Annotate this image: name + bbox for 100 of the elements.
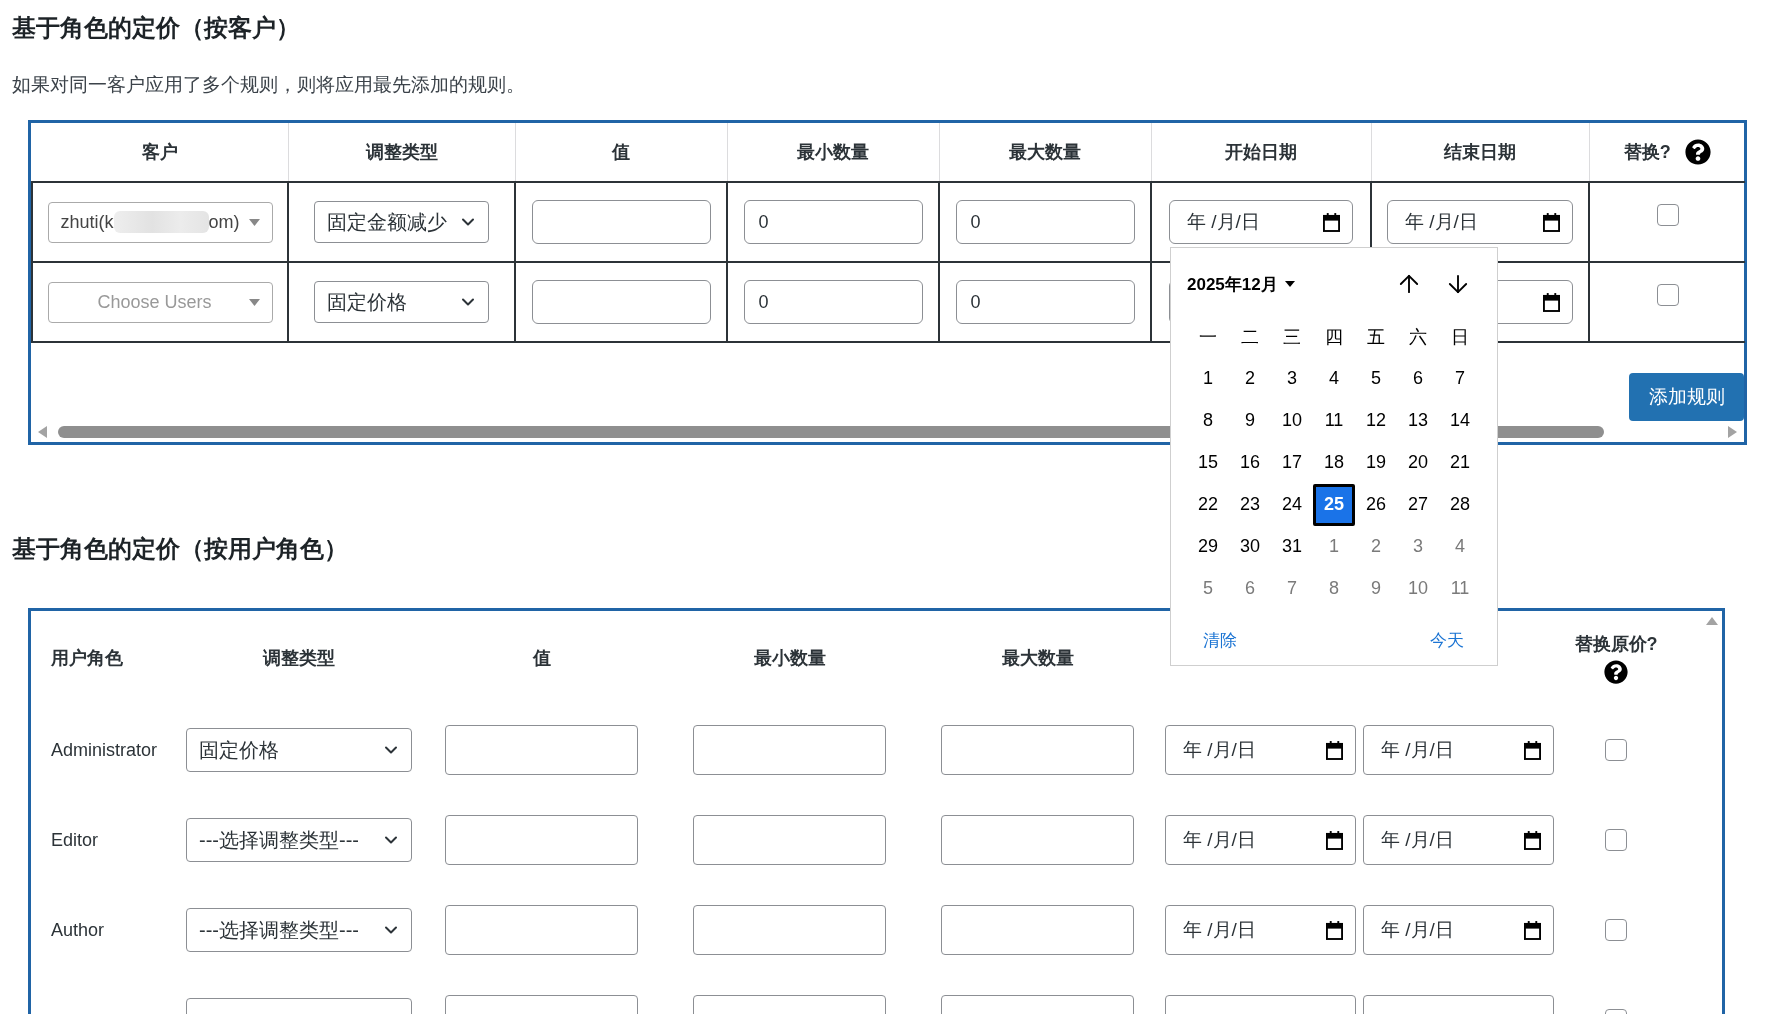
checkbox[interactable]: [1605, 919, 1627, 941]
start-date-input[interactable]: 年 /月/日: [1169, 200, 1353, 244]
calendar-day[interactable]: 28: [1439, 483, 1481, 526]
calendar-day[interactable]: 21: [1439, 441, 1481, 484]
calendar-icon[interactable]: [1543, 292, 1560, 312]
min-quantity-input[interactable]: [693, 815, 886, 865]
calendar-day[interactable]: 7: [1439, 357, 1481, 400]
calendar-day[interactable]: 29: [1187, 525, 1229, 568]
checkbox[interactable]: [1605, 739, 1627, 761]
max-quantity-input[interactable]: [941, 815, 1134, 865]
max-quantity-input[interactable]: 0: [955, 200, 1135, 244]
calendar-day[interactable]: 8: [1313, 567, 1355, 610]
today-link[interactable]: 今天: [1430, 628, 1464, 652]
checkbox[interactable]: [1656, 204, 1679, 226]
calendar-day[interactable]: 19: [1355, 441, 1397, 484]
weekday-label: 日: [1450, 325, 1470, 349]
start-date-input[interactable]: 年 /月/日: [1165, 905, 1356, 955]
calendar-day[interactable]: 10: [1271, 399, 1313, 442]
max-quantity-input[interactable]: 0: [955, 280, 1135, 324]
adjustment-type-select[interactable]: 固定价格: [186, 728, 412, 772]
calendar-icon[interactable]: [1524, 830, 1541, 850]
adjustment-type-select[interactable]: ---选择调整类型---: [186, 908, 412, 952]
value-input[interactable]: [445, 905, 638, 955]
clear-link[interactable]: 清除: [1203, 628, 1237, 652]
scroll-right-arrow-icon[interactable]: [1728, 426, 1737, 438]
max-quantity-input[interactable]: [941, 725, 1134, 775]
value-input[interactable]: [531, 200, 711, 244]
calendar-day[interactable]: 2: [1229, 357, 1271, 400]
calendar-day[interactable]: 20: [1397, 441, 1439, 484]
adjustment-type-select[interactable]: 固定价格: [314, 281, 489, 323]
min-quantity-input[interactable]: 0: [743, 280, 923, 324]
calendar-day[interactable]: 2: [1355, 525, 1397, 568]
calendar-day[interactable]: 14: [1439, 399, 1481, 442]
month-year-dropdown[interactable]: 2025年12月: [1187, 272, 1295, 296]
calendar-day[interactable]: 9: [1355, 567, 1397, 610]
help-icon[interactable]: [1604, 660, 1628, 684]
calendar-icon[interactable]: [1326, 920, 1343, 940]
calendar-day[interactable]: 22: [1187, 483, 1229, 526]
calendar-icon[interactable]: [1326, 740, 1343, 760]
customer-select[interactable]: zhuti(k om): [47, 201, 273, 243]
calendar-day[interactable]: 15: [1187, 441, 1229, 484]
calendar-day[interactable]: 24: [1271, 483, 1313, 526]
calendar-day[interactable]: 4: [1439, 525, 1481, 568]
calendar-day[interactable]: 3: [1397, 525, 1439, 568]
calendar-day[interactable]: 11: [1313, 399, 1355, 442]
calendar-icon[interactable]: [1323, 212, 1340, 232]
value-input[interactable]: [531, 280, 711, 324]
calendar-icon[interactable]: [1543, 212, 1560, 232]
calendar-day[interactable]: 1: [1313, 525, 1355, 568]
add-rule-button[interactable]: 添加规则: [1629, 373, 1744, 421]
calendar-day[interactable]: 30: [1229, 525, 1271, 568]
weekday-label: 一: [1198, 325, 1218, 349]
calendar-day[interactable]: 6: [1397, 357, 1439, 400]
calendar-day[interactable]: 25: [1313, 483, 1355, 526]
calendar-day[interactable]: 6: [1229, 567, 1271, 610]
scroll-up-arrow-icon[interactable]: [1706, 617, 1718, 625]
checkbox[interactable]: [1605, 829, 1627, 851]
calendar-day[interactable]: 11: [1439, 567, 1481, 610]
adjustment-type-select[interactable]: 固定金额减少: [314, 201, 489, 243]
calendar-day[interactable]: 17: [1271, 441, 1313, 484]
min-quantity-input[interactable]: [693, 905, 886, 955]
end-date-input[interactable]: 年 /月/日: [1363, 725, 1554, 775]
calendar-day[interactable]: 27: [1397, 483, 1439, 526]
calendar-day[interactable]: 1: [1187, 357, 1229, 400]
calendar-day[interactable]: 4: [1313, 357, 1355, 400]
min-quantity-input[interactable]: [693, 725, 886, 775]
calendar-day[interactable]: 23: [1229, 483, 1271, 526]
adjustment-type-select[interactable]: ---选择调整类型---: [186, 818, 412, 862]
weekday-label: 六: [1408, 325, 1428, 349]
calendar-icon[interactable]: [1524, 920, 1541, 940]
calendar-day[interactable]: 8: [1187, 399, 1229, 442]
calendar-day[interactable]: 16: [1229, 441, 1271, 484]
min-quantity-input[interactable]: 0: [743, 200, 923, 244]
section-title: 基于角色的定价（按客户）: [12, 13, 300, 43]
end-date-input[interactable]: 年 /月/日: [1387, 200, 1573, 244]
end-date-input[interactable]: 年 /月/日: [1363, 815, 1554, 865]
calendar-day[interactable]: 10: [1397, 567, 1439, 610]
scroll-left-arrow-icon[interactable]: [38, 426, 47, 438]
calendar-day[interactable]: 3: [1271, 357, 1313, 400]
calendar-day[interactable]: 18: [1313, 441, 1355, 484]
calendar-day[interactable]: 9: [1229, 399, 1271, 442]
start-date-input[interactable]: 年 /月/日: [1165, 725, 1356, 775]
max-quantity-input[interactable]: [941, 905, 1134, 955]
calendar-icon[interactable]: [1326, 830, 1343, 850]
value-input[interactable]: [445, 815, 638, 865]
calendar-day[interactable]: 12: [1355, 399, 1397, 442]
calendar-day[interactable]: 5: [1187, 567, 1229, 610]
calendar-day[interactable]: 7: [1271, 567, 1313, 610]
help-icon[interactable]: [1684, 139, 1711, 165]
checkbox[interactable]: [1656, 284, 1679, 306]
rule-note: 如果对同一客户应用了多个规则，则将应用最先添加的规则。: [12, 73, 525, 97]
column-header: 替换?: [1623, 141, 1671, 164]
calendar-day[interactable]: 26: [1355, 483, 1397, 526]
calendar-day[interactable]: 13: [1397, 399, 1439, 442]
start-date-input[interactable]: 年 /月/日: [1165, 815, 1356, 865]
calendar-day[interactable]: 5: [1355, 357, 1397, 400]
value-input[interactable]: [445, 725, 638, 775]
end-date-input[interactable]: 年 /月/日: [1363, 905, 1554, 955]
calendar-icon[interactable]: [1524, 740, 1541, 760]
calendar-day[interactable]: 31: [1271, 525, 1313, 568]
